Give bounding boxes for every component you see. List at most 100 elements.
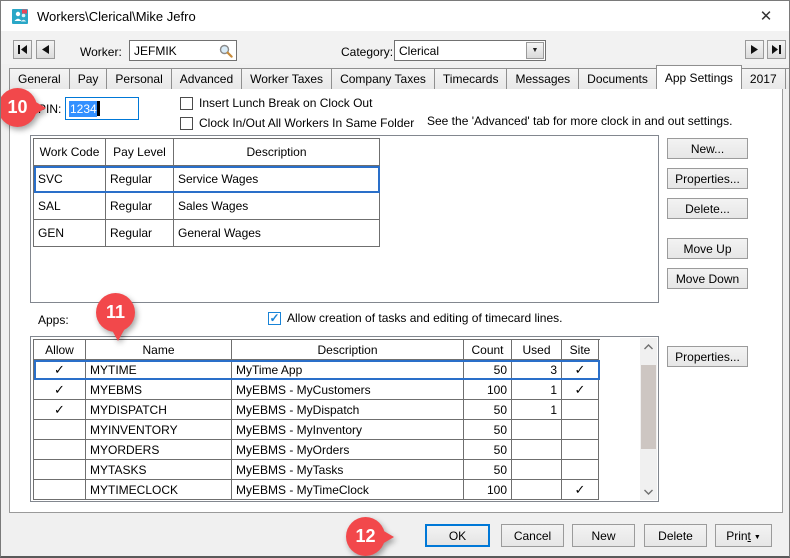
tab-documents[interactable]: Documents <box>578 68 657 89</box>
app-row-mytasks[interactable]: MYTASKS MyEBMS - MyTasks 50 <box>34 460 600 480</box>
site-check[interactable] <box>562 460 599 480</box>
move-down-button[interactable]: Move Down <box>667 268 748 289</box>
cell-description[interactable]: MyEBMS - MyTimeClock <box>232 480 464 500</box>
search-icon[interactable] <box>216 41 236 60</box>
app-row-mydispatch[interactable]: ✓ MYDISPATCH MyEBMS - MyDispatch 50 1 <box>34 400 600 420</box>
cell-name[interactable]: MYTASKS <box>86 460 232 480</box>
cell-count[interactable]: 50 <box>464 420 512 440</box>
tab-advanced[interactable]: Advanced <box>171 68 242 89</box>
column-header-site[interactable]: Site <box>562 340 599 360</box>
cell-name[interactable]: MYEBMS <box>86 380 232 400</box>
cell-used[interactable]: 1 <box>512 380 562 400</box>
cancel-button[interactable]: Cancel <box>501 524 564 547</box>
column-header-name[interactable]: Name <box>86 340 232 360</box>
clock-all-checkbox[interactable] <box>180 117 193 130</box>
apps-scrollbar[interactable] <box>640 338 657 500</box>
properties-work-code-button[interactable]: Properties... <box>667 168 748 189</box>
cell-used[interactable] <box>512 460 562 480</box>
allow-check[interactable] <box>34 480 86 500</box>
column-header-description[interactable]: Description <box>232 340 464 360</box>
cell-name[interactable]: MYTIMECLOCK <box>86 480 232 500</box>
allow-check[interactable] <box>34 440 86 460</box>
tab-2016[interactable]: 2016 <box>785 68 790 89</box>
tab-pay[interactable]: Pay <box>69 68 108 89</box>
cell-code[interactable]: SVC <box>34 166 106 193</box>
tab-2017[interactable]: 2017 <box>741 68 786 89</box>
tab-company-taxes[interactable]: Company Taxes <box>331 68 435 89</box>
allow-check[interactable] <box>34 420 86 440</box>
allow-check[interactable]: ✓ <box>34 400 86 420</box>
cell-count[interactable]: 100 <box>464 480 512 500</box>
cell-name[interactable]: MYTIME <box>86 360 232 380</box>
site-check[interactable]: ✓ <box>562 480 599 500</box>
new-work-code-button[interactable]: New... <box>667 138 748 159</box>
site-check[interactable] <box>562 420 599 440</box>
scrollbar-thumb[interactable] <box>641 365 656 449</box>
cell-count[interactable]: 50 <box>464 460 512 480</box>
cell-level[interactable]: Regular <box>106 166 174 193</box>
column-header-pay-level[interactable]: Pay Level <box>106 139 174 166</box>
site-check[interactable] <box>562 400 599 420</box>
pin-input[interactable]: 1234 <box>65 97 139 120</box>
app-row-mytimeclock[interactable]: MYTIMECLOCK MyEBMS - MyTimeClock 100 ✓ <box>34 480 600 500</box>
column-header-used[interactable]: Used <box>512 340 562 360</box>
tab-app-settings[interactable]: App Settings <box>656 65 742 89</box>
column-header-description[interactable]: Description <box>174 139 380 166</box>
first-record-button[interactable] <box>13 40 32 59</box>
close-icon[interactable]: ✕ <box>753 4 779 28</box>
cell-description[interactable]: Service Wages <box>174 166 380 193</box>
tab-timecards[interactable]: Timecards <box>434 68 508 89</box>
move-up-button[interactable]: Move Up <box>667 238 748 259</box>
allow-check[interactable]: ✓ <box>34 360 86 380</box>
app-row-myinventory[interactable]: MYINVENTORY MyEBMS - MyInventory 50 <box>34 420 600 440</box>
cell-name[interactable]: MYORDERS <box>86 440 232 460</box>
chevron-down-icon[interactable]: ▼ <box>526 42 544 59</box>
category-select[interactable]: Clerical ▼ <box>394 40 546 61</box>
app-row-myebms[interactable]: ✓ MYEBMS MyEBMS - MyCustomers 100 1 ✓ <box>34 380 600 400</box>
ok-button[interactable]: OK <box>425 524 490 547</box>
cell-description[interactable]: Sales Wages <box>174 193 380 220</box>
column-header-allow[interactable]: Allow <box>34 340 86 360</box>
cell-used[interactable] <box>512 480 562 500</box>
cell-description[interactable]: MyEBMS - MyInventory <box>232 420 464 440</box>
cell-level[interactable]: Regular <box>106 193 174 220</box>
cell-used[interactable]: 1 <box>512 400 562 420</box>
cell-used[interactable] <box>512 440 562 460</box>
cell-description[interactable]: MyEBMS - MyDispatch <box>232 400 464 420</box>
lunch-break-checkbox[interactable] <box>180 97 193 110</box>
cell-level[interactable]: Regular <box>106 220 174 247</box>
work-code-row-sal[interactable]: SAL Regular Sales Wages <box>34 193 380 220</box>
tab-personal[interactable]: Personal <box>106 68 171 89</box>
cell-count[interactable]: 50 <box>464 360 512 380</box>
cell-used[interactable]: 3 <box>512 360 562 380</box>
cell-description[interactable]: MyEBMS - MyTasks <box>232 460 464 480</box>
cell-name[interactable]: MYINVENTORY <box>86 420 232 440</box>
work-code-row-svc[interactable]: SVC Regular Service Wages <box>34 166 380 193</box>
app-row-mytime[interactable]: ✓ MYTIME MyTime App 50 3 ✓ <box>34 360 600 380</box>
cell-code[interactable]: SAL <box>34 193 106 220</box>
cell-name[interactable]: MYDISPATCH <box>86 400 232 420</box>
cell-description[interactable]: General Wages <box>174 220 380 247</box>
new-button[interactable]: New <box>572 524 635 547</box>
site-check[interactable] <box>562 440 599 460</box>
last-record-button[interactable] <box>767 40 786 59</box>
allow-check[interactable] <box>34 460 86 480</box>
worker-input[interactable]: JEFMIK <box>129 40 237 61</box>
cell-code[interactable]: GEN <box>34 220 106 247</box>
site-check[interactable]: ✓ <box>562 380 599 400</box>
next-record-button[interactable] <box>745 40 764 59</box>
cell-count[interactable]: 50 <box>464 400 512 420</box>
app-row-myorders[interactable]: MYORDERS MyEBMS - MyOrders 50 <box>34 440 600 460</box>
allow-check[interactable]: ✓ <box>34 380 86 400</box>
allow-tasks-checkbox[interactable]: ✓ <box>268 312 281 325</box>
work-code-row-gen[interactable]: GEN Regular General Wages <box>34 220 380 247</box>
site-check[interactable]: ✓ <box>562 360 599 380</box>
properties-app-button[interactable]: Properties... <box>667 346 748 367</box>
delete-button[interactable]: Delete <box>644 524 707 547</box>
column-header-work-code[interactable]: Work Code <box>34 139 106 166</box>
scroll-down-icon[interactable] <box>640 483 657 500</box>
delete-work-code-button[interactable]: Delete... <box>667 198 748 219</box>
cell-count[interactable]: 50 <box>464 440 512 460</box>
print-button[interactable]: Print▼ <box>715 524 772 547</box>
tab-general[interactable]: General <box>9 68 70 89</box>
